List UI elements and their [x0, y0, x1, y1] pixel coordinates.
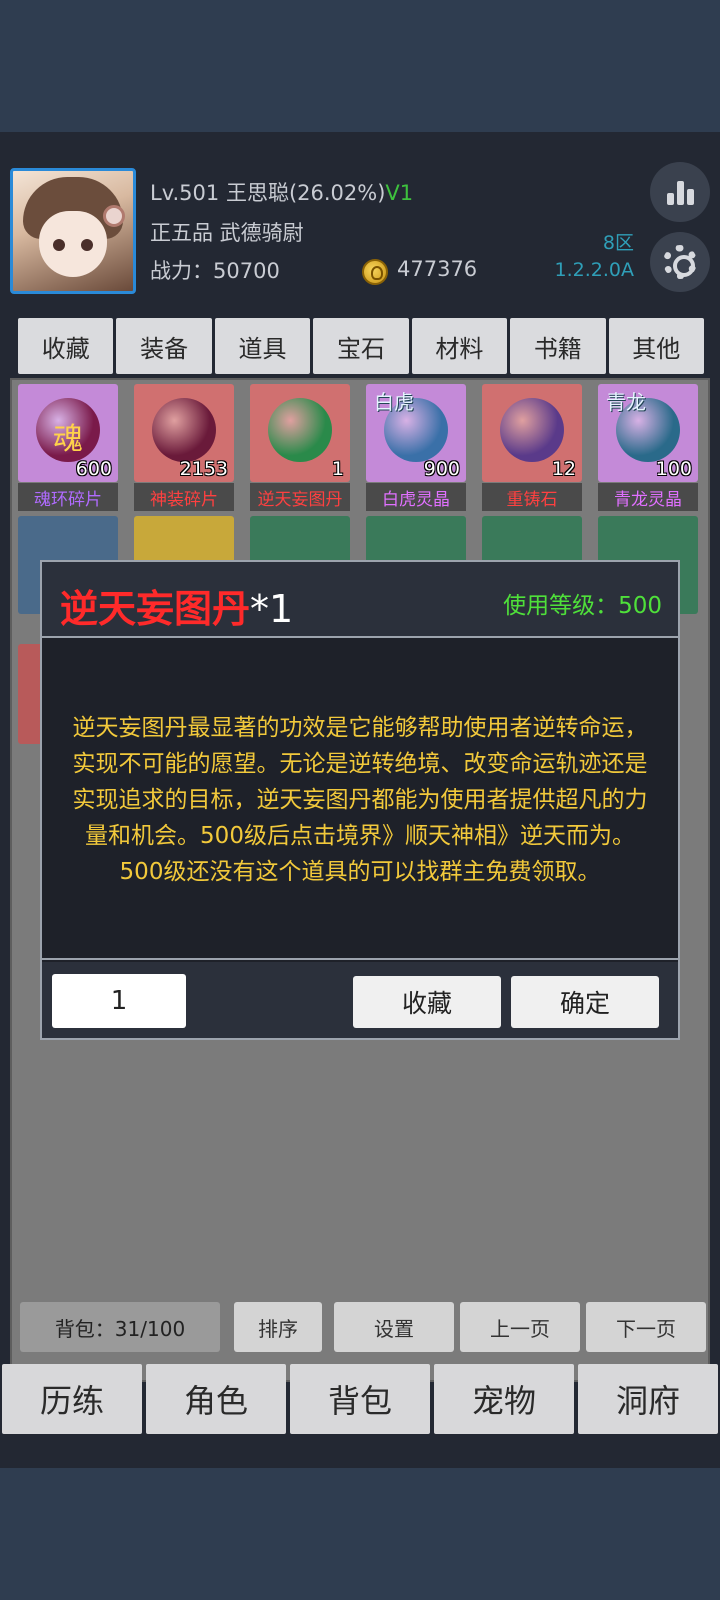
- item-icon: 1: [250, 384, 350, 482]
- inventory-item[interactable]: 2153 神装碎片: [134, 384, 234, 511]
- nav-character[interactable]: 角色: [146, 1364, 286, 1434]
- item-name-label: 魂环碎片: [18, 483, 118, 511]
- item-orb: [500, 398, 564, 462]
- inventory-item[interactable]: 1 逆天妄图丹: [250, 384, 350, 511]
- bag-capacity: 背包：31/100: [20, 1302, 220, 1352]
- use-level: 使用等级：500: [503, 593, 662, 619]
- prev-page-button[interactable]: 上一页: [460, 1302, 580, 1352]
- nav-training[interactable]: 历练: [2, 1364, 142, 1434]
- item-icon: 12: [482, 384, 582, 482]
- dialog-header: 逆天妄图丹*1 使用等级：500: [42, 562, 678, 638]
- item-icon: 魂 600: [18, 384, 118, 482]
- confirm-button[interactable]: 确定: [511, 976, 659, 1028]
- sort-button[interactable]: 排序: [234, 1302, 322, 1352]
- item-name-label: 重铸石: [482, 483, 582, 511]
- item-icon: 白虎 900: [366, 384, 466, 482]
- tab-collection[interactable]: 收藏: [18, 318, 114, 374]
- collect-button[interactable]: 收藏: [353, 976, 501, 1028]
- tab-equipment[interactable]: 装备: [116, 318, 212, 374]
- tab-other[interactable]: 其他: [608, 318, 704, 374]
- avatar-flower: [103, 205, 125, 227]
- item-tag: 白虎: [374, 390, 414, 414]
- system-nav-area: [0, 1468, 720, 1600]
- item-count: 100: [655, 458, 692, 480]
- item-name-label: 神装碎片: [134, 483, 234, 511]
- tab-books[interactable]: 书籍: [510, 318, 606, 374]
- status-bar-area: [0, 0, 720, 132]
- nav-cave[interactable]: 洞府: [578, 1364, 718, 1434]
- gear-icon: [663, 245, 697, 279]
- tab-props[interactable]: 道具: [214, 318, 311, 374]
- inventory-settings-button[interactable]: 设置: [334, 1302, 454, 1352]
- item-detail-dialog: 逆天妄图丹*1 使用等级：500 逆天妄图丹最显著的功效是它能够帮助使用者逆转命…: [40, 560, 680, 1040]
- dialog-title: 逆天妄图丹*1: [60, 578, 293, 633]
- use-quantity-input[interactable]: [52, 974, 186, 1028]
- inventory-item[interactable]: 魂 600 魂环碎片: [18, 384, 118, 511]
- item-count: 600: [75, 458, 112, 480]
- server-zone: 8区: [602, 232, 634, 254]
- next-page-button[interactable]: 下一页: [586, 1302, 706, 1352]
- player-level-line: Lv.501 王思聪(26.02%)V1: [150, 177, 413, 207]
- item-count: 1: [331, 458, 344, 480]
- coin-icon: [362, 259, 388, 285]
- item-name: 逆天妄图丹: [60, 587, 251, 631]
- item-orb: [268, 398, 332, 462]
- coin-amount: 477376: [397, 257, 478, 281]
- game-version: 1.2.2.0A: [554, 259, 634, 281]
- inventory-item[interactable]: 12 重铸石: [482, 384, 582, 511]
- nav-backpack[interactable]: 背包: [290, 1364, 430, 1434]
- bar-chart-icon: [667, 179, 695, 205]
- inventory-item[interactable]: 青龙 100 青龙灵晶: [598, 384, 698, 511]
- player-header: Lv.501 王思聪(26.02%)V1 正五品 武德骑尉 战力：50700 4…: [0, 132, 720, 312]
- avatar-eye: [81, 239, 93, 251]
- tab-gems[interactable]: 宝石: [313, 318, 409, 374]
- player-avatar[interactable]: [10, 168, 136, 294]
- avatar-eye: [53, 239, 65, 251]
- settings-button[interactable]: [650, 232, 710, 292]
- item-name-label: 逆天妄图丹: [250, 483, 350, 511]
- item-icon: 青龙 100: [598, 384, 698, 482]
- item-quantity: *1: [250, 587, 294, 631]
- vip-badge: V1: [385, 181, 414, 205]
- item-name-label: 青龙灵晶: [598, 483, 698, 511]
- nav-pets[interactable]: 宠物: [434, 1364, 574, 1434]
- category-tabs: 收藏 装备 道具 宝石 材料 书籍 其他: [18, 318, 704, 374]
- item-icon: 2153: [134, 384, 234, 482]
- avatar-face: [39, 211, 107, 277]
- item-count: 2153: [179, 458, 228, 480]
- item-name-label: 白虎灵晶: [366, 483, 466, 511]
- player-level: Lv.501: [150, 181, 220, 205]
- item-orb: [152, 398, 216, 462]
- player-name: 王思聪(26.02%): [225, 181, 386, 205]
- item-glyph: 魂: [53, 422, 83, 457]
- stats-button[interactable]: [650, 162, 710, 222]
- dialog-footer: 收藏 确定: [42, 962, 678, 1038]
- tab-materials[interactable]: 材料: [411, 318, 508, 374]
- player-power: 战力：50700: [150, 259, 280, 283]
- item-description: 逆天妄图丹最显著的功效是它能够帮助使用者逆转命运，实现不可能的愿望。无论是逆转绝…: [72, 715, 648, 885]
- item-count: 12: [551, 458, 576, 480]
- dialog-body: 逆天妄图丹最显著的功效是它能够帮助使用者逆转命运，实现不可能的愿望。无论是逆转绝…: [42, 642, 678, 960]
- player-rank: 正五品 武德骑尉: [150, 221, 304, 245]
- inventory-item[interactable]: 白虎 900 白虎灵晶: [366, 384, 466, 511]
- item-count: 900: [423, 458, 460, 480]
- item-tag: 青龙: [606, 390, 646, 414]
